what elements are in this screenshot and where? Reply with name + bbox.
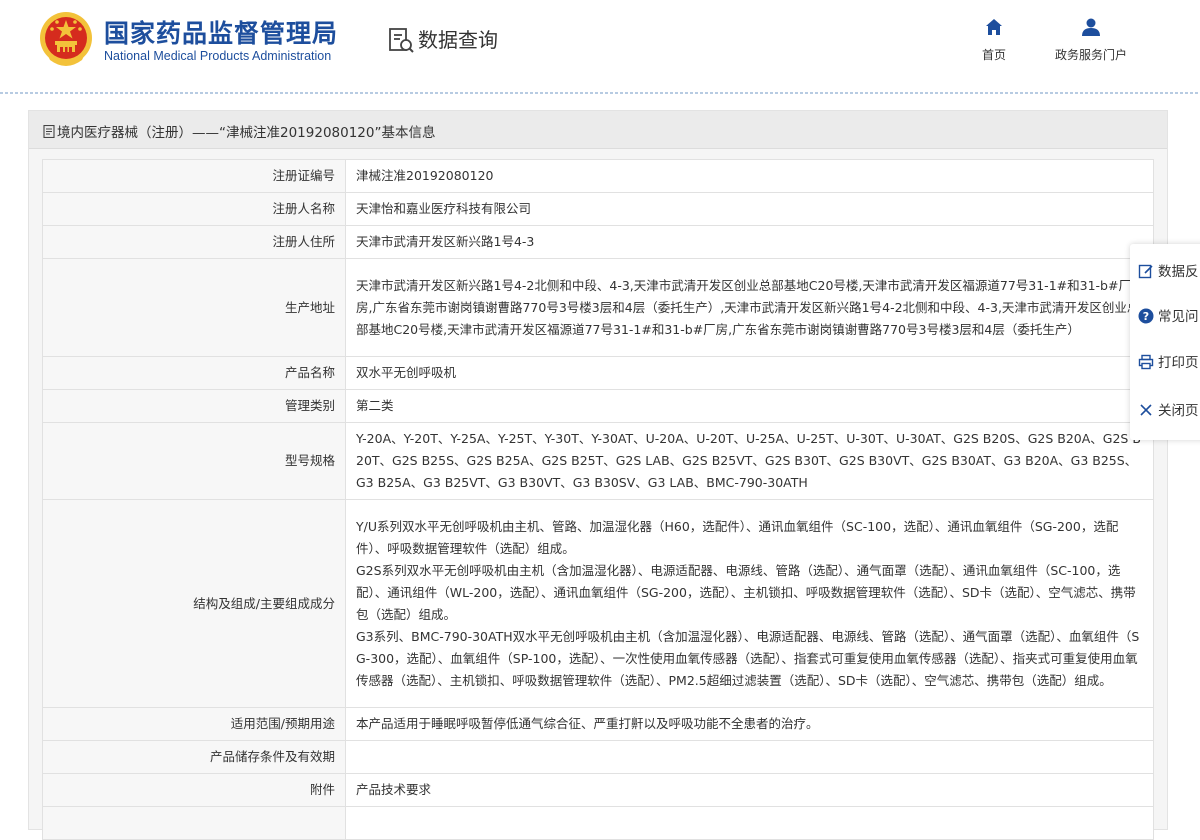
section-title: 数据查询	[418, 28, 498, 52]
printer-icon	[1138, 354, 1154, 370]
panel-title-text: 境内医疗器械（注册）——“津械注准20192080120”基本信息	[57, 125, 436, 141]
table-row: 生产地址 天津市武清开发区新兴路1号4-2北侧和中段、4-3,天津市武清开发区创…	[42, 258, 1154, 357]
row-label: 产品名称	[42, 356, 346, 390]
faq-button[interactable]: ? 常见问	[1138, 305, 1199, 325]
row-value: 天津怡和嘉业医疗科技有限公司	[345, 192, 1154, 226]
close-page-button[interactable]: 关闭页	[1138, 399, 1199, 419]
row-value	[345, 740, 1154, 774]
feedback-label: 数据反	[1158, 264, 1199, 280]
row-label: 产品储存条件及有效期	[42, 740, 346, 774]
composition-line: G2S系列双水平无创呼吸机由主机（含加温湿化器）、电源适配器、电源线、管路（选配…	[356, 562, 1136, 622]
row-value: 天津市武清开发区新兴路1号4-3	[345, 225, 1154, 259]
row-label: 管理类别	[42, 389, 346, 423]
row-label: 结构及组成/主要组成成分	[42, 499, 346, 708]
row-value	[345, 806, 1154, 840]
row-label	[42, 806, 346, 840]
row-value: 第二类	[345, 389, 1154, 423]
national-emblem-icon	[40, 12, 92, 66]
row-label: 型号规格	[42, 422, 346, 500]
floating-toolbar: 数据反 ? 常见问 打印页 关闭页	[1130, 244, 1200, 440]
table-row: 管理类别 第二类	[42, 389, 1154, 423]
feedback-button[interactable]: 数据反	[1138, 260, 1199, 280]
print-label: 打印页	[1158, 355, 1199, 371]
composition-line: Y/U系列双水平无创呼吸机由主机、管路、加温湿化器（H60，选配件）、通讯血氧组…	[356, 518, 1119, 556]
org-name-cn: 国家药品监督管理局	[104, 19, 339, 48]
row-label: 注册人名称	[42, 192, 346, 226]
composition-line: G3系列、BMC-790-30ATH双水平无创呼吸机由主机（含加温湿化器）、电源…	[356, 628, 1140, 688]
row-value: 津械注准20192080120	[345, 159, 1154, 193]
faq-label: 常见问	[1158, 309, 1199, 325]
row-value: 天津市武清开发区新兴路1号4-2北侧和中段、4-3,天津市武清开发区创业总部基地…	[345, 258, 1154, 357]
row-label: 适用范围/预期用途	[42, 707, 346, 741]
info-table: 注册证编号 津械注准20192080120 注册人名称 天津怡和嘉业医疗科技有限…	[42, 159, 1154, 840]
nav-home-label: 首页	[981, 48, 1006, 62]
table-row: 型号规格 Y-20A、Y-20T、Y-25A、Y-25T、Y-30T、Y-30A…	[42, 422, 1154, 500]
table-row	[42, 806, 1154, 840]
user-icon	[1082, 18, 1100, 36]
question-icon: ?	[1138, 308, 1154, 324]
table-row: 适用范围/预期用途 本产品适用于睡眠呼吸暂停低通气综合征、严重打鼾以及呼吸功能不…	[42, 707, 1154, 741]
data-query-icon	[389, 28, 414, 53]
row-value: Y-20A、Y-20T、Y-25A、Y-25T、Y-30T、Y-30AT、U-2…	[345, 422, 1154, 500]
document-icon	[43, 125, 55, 138]
row-label: 附件	[42, 773, 346, 807]
close-icon	[1140, 404, 1152, 416]
table-row: 结构及组成/主要组成成分 Y/U系列双水平无创呼吸机由主机、管路、加温湿化器（H…	[42, 499, 1154, 708]
print-button[interactable]: 打印页	[1138, 351, 1199, 371]
header-divider	[0, 92, 1200, 94]
nav-service-portal[interactable]: 政务服务门户	[1046, 16, 1136, 63]
svg-text:?: ?	[1143, 310, 1149, 323]
home-icon	[986, 19, 1002, 35]
panel-title: 境内医疗器械（注册）——“津械注准20192080120”基本信息	[43, 121, 435, 141]
detail-panel: 境内医疗器械（注册）——“津械注准20192080120”基本信息 注册证编号 …	[28, 110, 1168, 840]
close-label: 关闭页	[1158, 403, 1199, 419]
org-name-en: National Medical Products Administration	[104, 49, 332, 63]
nav-portal-label: 政务服务门户	[1054, 48, 1127, 62]
row-value: 本产品适用于睡眠呼吸暂停低通气综合征、严重打鼾以及呼吸功能不全患者的治疗。	[345, 707, 1154, 741]
row-label: 注册证编号	[42, 159, 346, 193]
site-header: 国家药品监督管理局 National Medical Products Admi…	[0, 0, 1200, 92]
table-row: 产品名称 双水平无创呼吸机	[42, 356, 1154, 390]
edit-icon	[1138, 264, 1153, 279]
row-label: 注册人住所	[42, 225, 346, 259]
table-row: 注册人住所 天津市武清开发区新兴路1号4-3	[42, 225, 1154, 259]
table-row: 产品储存条件及有效期	[42, 740, 1154, 774]
row-value: Y/U系列双水平无创呼吸机由主机、管路、加温湿化器（H60，选配件）、通讯血氧组…	[345, 499, 1154, 708]
row-value: 产品技术要求	[345, 773, 1154, 807]
row-value: 双水平无创呼吸机	[345, 356, 1154, 390]
table-row: 附件 产品技术要求	[42, 773, 1154, 807]
table-row: 注册证编号 津械注准20192080120	[42, 159, 1154, 193]
row-label: 生产地址	[42, 258, 346, 357]
panel-header: 境内医疗器械（注册）——“津械注准20192080120”基本信息	[29, 111, 1167, 149]
table-row: 注册人名称 天津怡和嘉业医疗科技有限公司	[42, 192, 1154, 226]
nav-home[interactable]: 首页	[974, 16, 1014, 63]
